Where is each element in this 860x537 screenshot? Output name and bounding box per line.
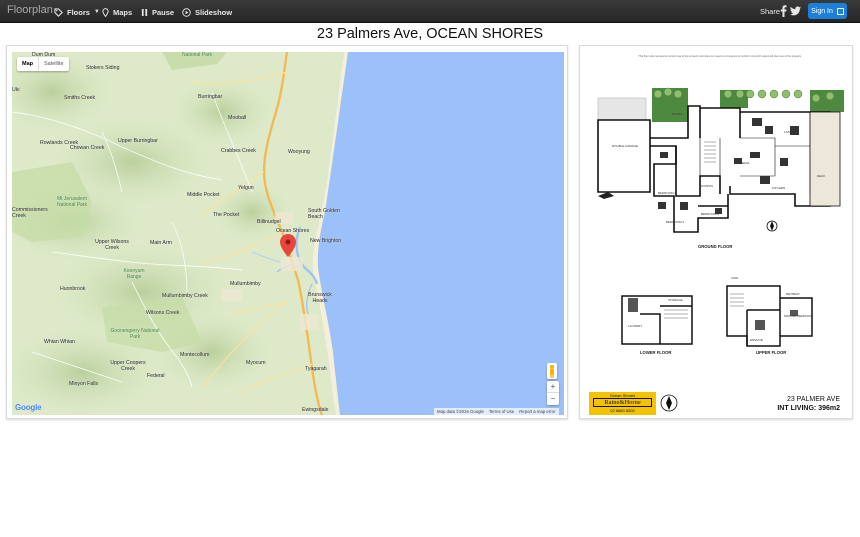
twitter-icon[interactable] [790, 6, 801, 16]
place-label: Myocum [246, 360, 266, 366]
report-map-error-link[interactable]: Report a map error [519, 409, 555, 414]
map-type-map-button[interactable]: Map [17, 57, 38, 71]
floors-label: Floors [67, 7, 90, 17]
place-label: Wilsons Creek [146, 310, 180, 316]
tag-icon [54, 7, 63, 17]
map-type-control: Map Satellite [17, 57, 69, 71]
map-footer: Map data ©2016 Google Terms of Use Repor… [434, 408, 559, 415]
place-label: The Pocket [213, 212, 240, 218]
room-label: MEDIA [740, 161, 750, 165]
place-label: Koonyum Range [123, 268, 145, 280]
room-label: BEDROOM 3 [666, 220, 685, 224]
place-label: Mt Jerusalem National Park [56, 196, 87, 208]
sign-in-icon [836, 7, 844, 15]
place-label: Billinudgel [257, 219, 281, 225]
pause-label: Pause [152, 7, 175, 17]
place-label: Upper Coopers Creek [110, 360, 146, 372]
floorplan-address: 23 PALMER AVE [786, 396, 840, 403]
maps-button[interactable]: Maps [102, 5, 132, 19]
floorplan-living-area: INT LIVING: 396m2 [777, 405, 840, 412]
place-label: Federal [147, 373, 165, 379]
place-label: Mooball [228, 115, 247, 121]
lower-floor-caption: LOWER FLOOR [640, 350, 672, 355]
room-label: RUMPUS [700, 184, 714, 188]
place-label: Yelgun [238, 185, 254, 191]
google-map[interactable]: Dum Dum National Park Stokers Siding Uki… [12, 52, 564, 415]
place-label: Goonengerry National Park [110, 328, 160, 340]
google-logo-text: Google [15, 403, 42, 412]
floors-menu[interactable]: Floors ▼ [54, 5, 100, 19]
google-logo[interactable]: Google [15, 403, 42, 412]
slideshow-button[interactable]: Slideshow [182, 5, 232, 19]
upper-floor-caption: UPPER FLOOR [756, 350, 787, 355]
place-label: Chowan Creek [70, 145, 105, 151]
room-label: ENSUITE [750, 338, 764, 342]
sign-in-button[interactable]: Sign In [808, 3, 847, 19]
place-label: New Brighton [310, 238, 342, 244]
top-navbar: Floorplan Floors ▼ Maps Pause Slideshow … [0, 0, 860, 23]
room-label: DOUBLE GARAGE [612, 144, 639, 148]
place-label: Mullumbimby [230, 281, 261, 287]
sign-in-label: Sign In [811, 7, 833, 15]
place-label: Tyagarah [305, 366, 327, 372]
place-label: Ocean Shores [276, 228, 310, 234]
pause-button[interactable]: Pause [141, 5, 174, 19]
map-panel: Dum Dum National Park Stokers Siding Uki… [6, 45, 568, 419]
room-label: MASTER BEDROOM [784, 314, 813, 318]
place-label: Uki [12, 87, 20, 93]
floorplan-panel[interactable]: This floor plan represents current use o… [579, 45, 853, 419]
app-brand[interactable]: Floorplan [7, 4, 53, 16]
place-label: Huonbrook [60, 286, 86, 292]
place-label: Burringbar [198, 94, 223, 100]
place-label: Minyon Falls [69, 381, 99, 387]
room-label: BEDROOM 2 [658, 191, 677, 195]
agency-phone: 02 6680 5000 [610, 408, 635, 413]
place-label: Montecollum [180, 352, 210, 358]
place-label: Mullumbimby Creek [162, 293, 208, 299]
facebook-icon[interactable] [780, 5, 787, 17]
zoom-out-button[interactable]: − [547, 393, 559, 405]
place-label: Crabbes Creek [221, 148, 256, 154]
agency-logo: Ocean Shores Raine&Horne 02 6680 5000 [589, 392, 656, 415]
maps-label: Maps [113, 7, 133, 17]
place-label: Main Arm [150, 240, 172, 246]
room-label: BEDROOM 4 [701, 212, 720, 216]
place-label: Whian Whian [44, 339, 75, 345]
map-pin-icon [102, 7, 109, 17]
caret-down-icon: ▼ [93, 9, 100, 15]
play-circle-icon [182, 7, 191, 17]
street-view-pegman-icon[interactable] [547, 363, 557, 379]
place-label: Upper Wilsons Creek [95, 239, 129, 251]
room-label: LIVING [784, 130, 794, 134]
place-label: Commissioners Creek [12, 207, 48, 219]
page-title: 23 Palmers Ave, OCEAN SHORES [316, 26, 544, 42]
slideshow-label: Slideshow [195, 7, 233, 17]
room-label: STUDY [672, 112, 683, 116]
terms-link[interactable]: Terms of Use [489, 409, 514, 414]
place-label: Ewingsdale [302, 407, 329, 413]
place-label: Stokers Siding [86, 65, 120, 71]
place-label: Smiths Creek [64, 95, 96, 101]
room-label: KITCHEN [772, 186, 786, 190]
room-label: RETREAT [786, 292, 800, 296]
map-data-credit: Map data ©2016 Google [437, 409, 484, 414]
room-label: LAUNDRY [628, 324, 643, 328]
place-label: National Park [182, 52, 213, 58]
room-label: DECK [817, 174, 826, 178]
zoom-control: + − [547, 381, 559, 405]
place-label: Wooyung [288, 149, 310, 155]
share-label: Share [760, 7, 781, 16]
floorplan-drawing [597, 87, 844, 412]
map-type-satellite-button[interactable]: Satellite [38, 57, 69, 71]
pause-icon [141, 8, 148, 16]
zoom-in-button[interactable]: + [547, 381, 559, 393]
place-label: Brunswick Heads [308, 292, 332, 304]
ground-floor-caption: GROUND FLOOR [698, 244, 733, 249]
place-label: Upper Burringbar [118, 138, 158, 144]
room-label: VOID [731, 276, 739, 280]
agency-name: Raine&Horne [593, 398, 652, 407]
room-label: STORAGE [668, 298, 683, 302]
place-label: South Golden Beach [308, 208, 340, 220]
place-label: Middle Pocket [187, 192, 220, 198]
